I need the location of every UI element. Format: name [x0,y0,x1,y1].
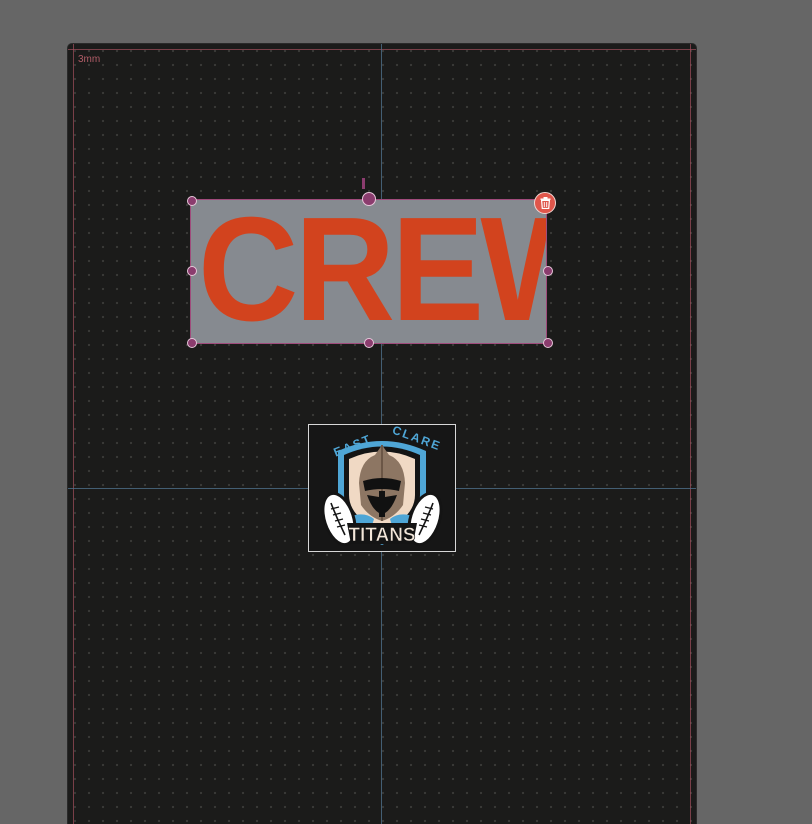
crew-text[interactable]: CREW [198,200,546,343]
rotate-handle-stem [362,178,365,189]
delete-object-button[interactable] [534,192,556,214]
rotate-handle[interactable] [362,192,376,206]
east-clare-titans-logo: EAST CLARE TITANS [321,425,443,546]
bleed-line-left [73,44,74,824]
bleed-label: 3mm [78,54,101,65]
crew-text-object[interactable]: CREW [190,199,547,344]
resize-handle-bottom-right[interactable] [543,338,553,348]
design-workspace: 3mm CREW [0,0,812,824]
bleed-line-top [68,49,696,50]
resize-handle-bottom-left[interactable] [187,338,197,348]
bleed-line-right [690,44,691,824]
artboard[interactable]: 3mm CREW [68,44,696,824]
logo-banner-text: TITANS [348,525,415,546]
resize-handle-left[interactable] [187,266,197,276]
trash-icon [540,197,551,209]
resize-handle-right[interactable] [543,266,553,276]
resize-handle-bottom[interactable] [364,338,374,348]
logo-image-object[interactable]: EAST CLARE TITANS [308,424,456,552]
resize-handle-top-left[interactable] [187,196,197,206]
